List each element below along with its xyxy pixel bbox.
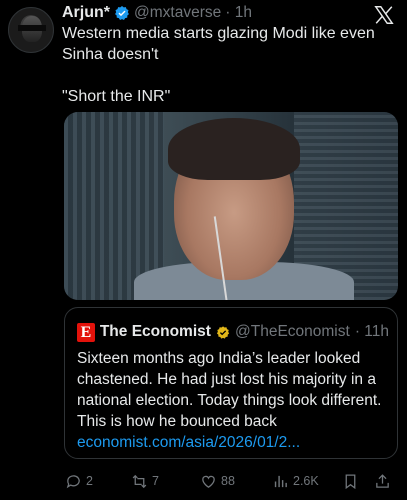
tweet-line-2: "Short the INR" — [62, 88, 171, 105]
economist-logo[interactable]: E — [77, 322, 95, 342]
share-icon — [376, 473, 389, 488]
avatar[interactable] — [8, 7, 54, 53]
repost-button[interactable]: 7 — [131, 473, 159, 490]
author-name[interactable]: Arjun* — [62, 3, 110, 23]
views-count: 2.6K — [293, 474, 319, 488]
tweet-line-1: Western media starts glazing Modi like e… — [62, 25, 375, 63]
quote-body: Sixteen months ago India’s leader looked… — [77, 350, 382, 430]
quote-header: E The Economist @TheEconomist · 11h — [77, 322, 389, 342]
like-count: 88 — [221, 474, 235, 488]
tweet-header: Arjun* @mxtaverse · 1h — [62, 3, 367, 23]
quoted-tweet[interactable]: E The Economist @TheEconomist · 11h Sixt… — [64, 307, 398, 459]
views-icon — [274, 475, 287, 487]
media-hair — [168, 118, 300, 180]
author-handle[interactable]: @mxtaverse — [134, 3, 221, 23]
reply-button[interactable]: 2 — [65, 473, 93, 490]
avatar-band — [18, 25, 46, 31]
gold-checkmark-icon — [216, 325, 230, 339]
quote-time[interactable]: · 11h — [355, 322, 389, 342]
tweet-time[interactable]: · 1h — [225, 3, 252, 23]
tweet-media-image[interactable] — [64, 112, 398, 300]
repost-icon — [132, 474, 147, 488]
like-icon — [202, 475, 215, 488]
like-button[interactable]: 88 — [200, 473, 235, 490]
quote-link[interactable]: economist.com/asia/2026/01/2... — [77, 432, 387, 453]
quote-text: Sixteen months ago India’s leader looked… — [77, 348, 387, 453]
quote-author-handle[interactable]: @TheEconomist — [235, 322, 350, 342]
verified-badge-icon — [115, 6, 129, 20]
bookmark-button[interactable] — [342, 473, 359, 490]
quote-author-name[interactable]: The Economist — [100, 322, 211, 342]
action-bar: 2 7 88 2.6K — [60, 470, 401, 492]
bookmark-icon — [345, 473, 356, 489]
share-button[interactable] — [374, 473, 391, 490]
repost-count: 7 — [152, 474, 159, 488]
reply-count: 2 — [86, 474, 93, 488]
views-button[interactable]: 2.6K — [272, 473, 319, 490]
reply-icon — [66, 474, 80, 488]
